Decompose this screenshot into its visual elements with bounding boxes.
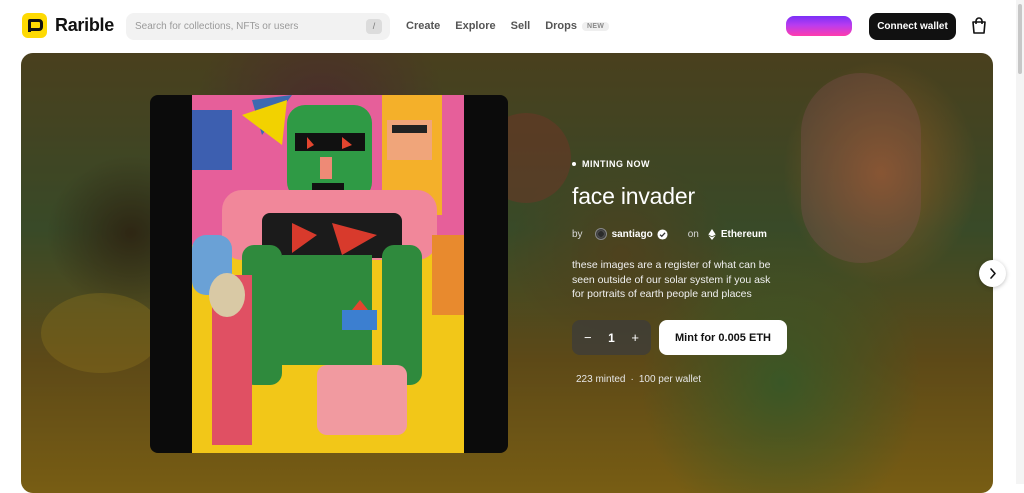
drop-description: these images are a register of what can … xyxy=(572,259,771,300)
drop-info-panel: MINTING NOW face invader by santiago on … xyxy=(572,159,812,302)
mint-button[interactable]: Mint for 0.005 ETH xyxy=(659,320,787,355)
minting-status-label: MINTING NOW xyxy=(582,159,650,169)
ethereum-icon xyxy=(708,228,716,240)
verified-badge-icon xyxy=(657,228,668,240)
connect-wallet-button[interactable]: Connect wallet xyxy=(869,13,956,40)
promo-button[interactable] xyxy=(786,16,852,36)
mint-controls: − 1 + Mint for 0.005 ETH xyxy=(572,320,787,355)
minting-status: MINTING NOW xyxy=(572,159,812,169)
creator-name[interactable]: santiago xyxy=(612,229,653,240)
drop-hero-banner: MINTING NOW face invader by santiago on … xyxy=(21,53,993,493)
nav-explore[interactable]: Explore xyxy=(455,20,495,32)
logo-text: Rarible xyxy=(55,15,114,35)
new-badge: NEW xyxy=(581,22,610,31)
on-label: on xyxy=(687,228,699,240)
quantity-stepper: − 1 + xyxy=(572,320,651,355)
rarible-logo-icon xyxy=(22,13,47,38)
drop-title: face invader xyxy=(572,183,695,209)
search-input[interactable] xyxy=(126,13,356,40)
by-label: by xyxy=(572,228,583,240)
decrease-quantity-button[interactable]: − xyxy=(584,330,592,345)
artwork-frame[interactable] xyxy=(150,95,508,453)
nav-drops[interactable]: Drops NEW xyxy=(545,20,610,32)
next-slide-button[interactable] xyxy=(979,260,1006,287)
minted-count: 223 minted xyxy=(576,374,626,385)
status-dot-icon xyxy=(572,162,576,166)
stats-separator: · xyxy=(630,374,634,385)
promo-graphic xyxy=(786,16,852,30)
nav-drops-label: Drops xyxy=(545,20,577,32)
creator-byline: by santiago on Ethereum xyxy=(572,228,812,240)
quantity-value: 1 xyxy=(608,330,615,345)
artwork-image xyxy=(192,95,464,453)
main-nav: Create Explore Sell Drops NEW xyxy=(406,20,624,32)
creator-avatar[interactable] xyxy=(594,228,607,240)
nav-create[interactable]: Create xyxy=(406,20,440,32)
rarible-logo[interactable]: Rarible xyxy=(22,13,114,38)
scrollbar-thumb[interactable] xyxy=(1018,4,1022,74)
chevron-right-icon xyxy=(990,268,996,279)
search-shortcut-key: / xyxy=(366,19,382,34)
nav-sell[interactable]: Sell xyxy=(511,20,531,32)
page-scrollbar[interactable] xyxy=(1016,0,1024,484)
increase-quantity-button[interactable]: + xyxy=(631,330,639,345)
per-wallet-limit: 100 per wallet xyxy=(638,374,702,385)
shopping-bag-icon[interactable] xyxy=(969,16,989,36)
search-bar: / xyxy=(126,13,390,40)
mint-stats: 223 minted · 100 per wallet xyxy=(576,374,701,385)
top-header: Rarible / Create Explore Sell Drops NEW C… xyxy=(0,0,1024,52)
chain-name[interactable]: Ethereum xyxy=(721,229,767,240)
